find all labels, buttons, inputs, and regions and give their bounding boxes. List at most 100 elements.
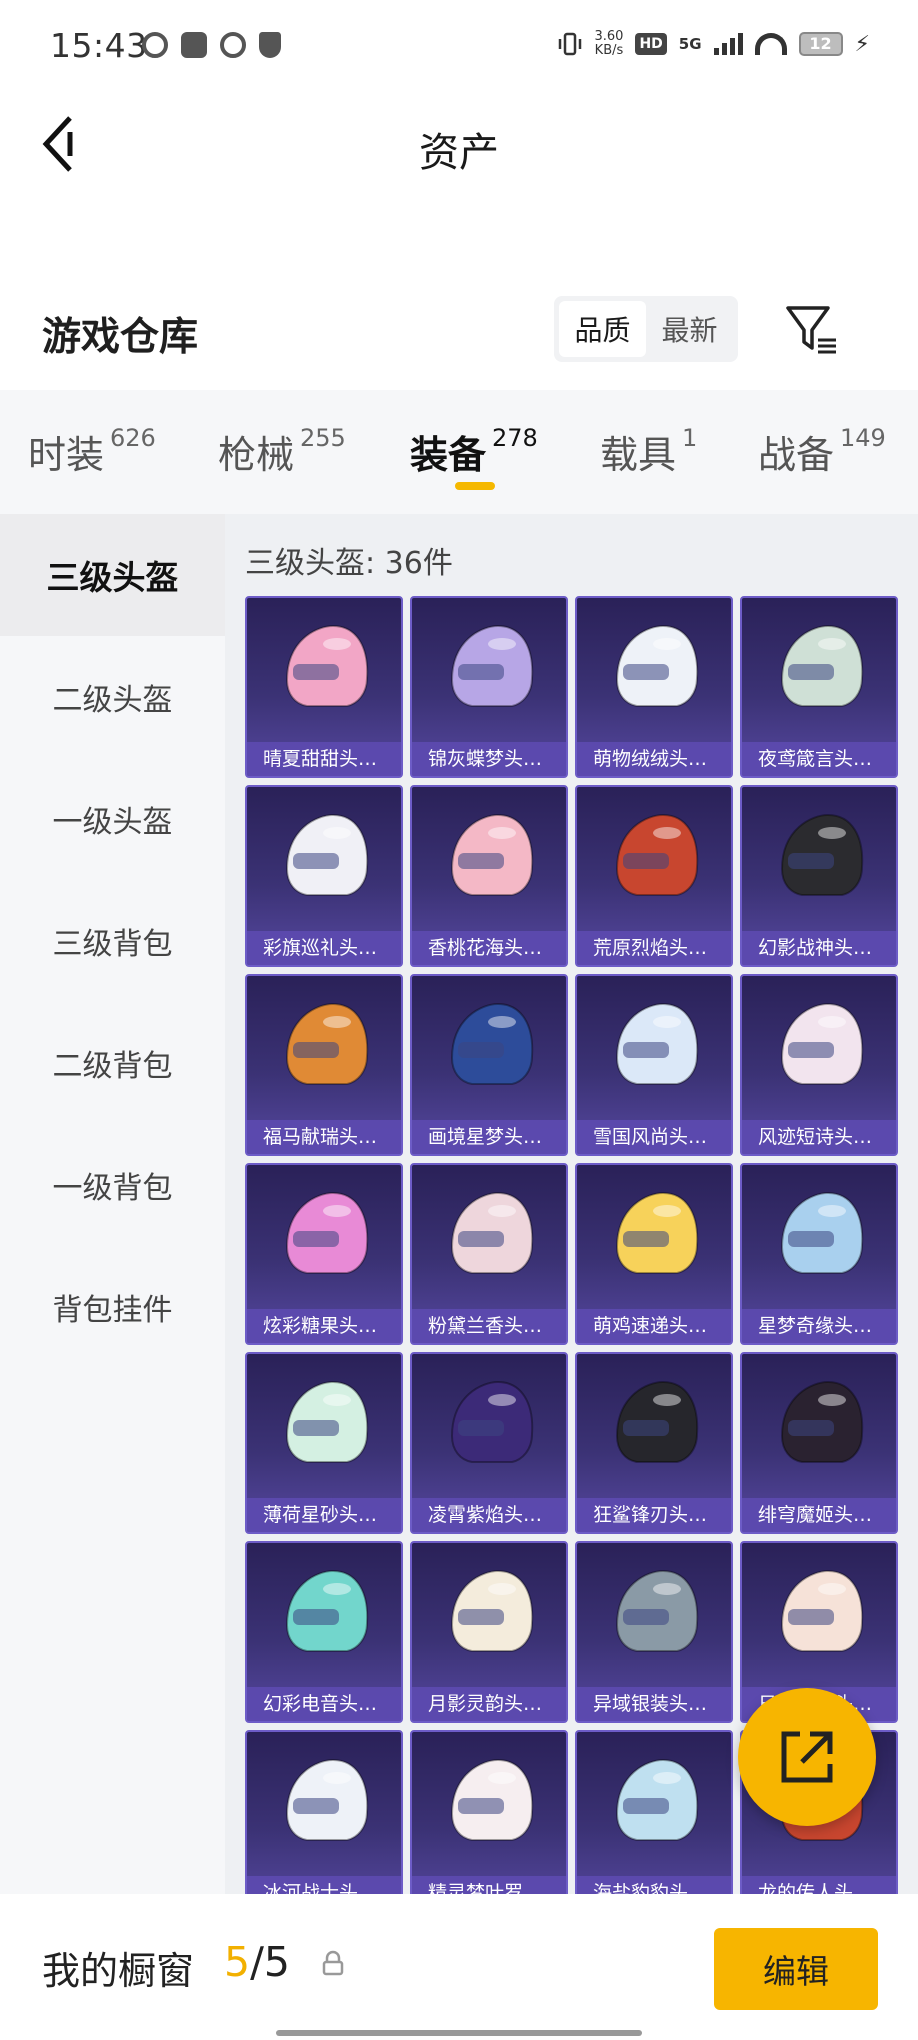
- shield-icon: [259, 32, 281, 58]
- sidebar-item-backpack-charm[interactable]: 背包挂件: [0, 1246, 225, 1368]
- helmet-card[interactable]: 绯穹魔姬头…: [740, 1352, 898, 1534]
- helmet-icon: [615, 1569, 699, 1652]
- share-icon: [781, 1731, 833, 1783]
- helmet-icon: [615, 1380, 699, 1463]
- helmet-card[interactable]: 幻彩电音头…: [245, 1541, 403, 1723]
- active-tab-indicator: [455, 482, 495, 490]
- status-bar: 15:43 3.60 KB/s HD 5G 12 ⚡: [0, 0, 918, 92]
- tab-weapons[interactable]: 枪械 255: [218, 424, 346, 479]
- signal-icon: [713, 33, 743, 55]
- sort-toggle: 品质 最新: [554, 296, 738, 362]
- helmet-card[interactable]: 福马献瑞头…: [245, 974, 403, 1156]
- sidebar: 三级头盔 二级头盔 一级头盔 三级背包 二级背包 一级背包 背包挂件: [0, 514, 225, 1894]
- helmet-name: 幻影战神头…: [742, 931, 896, 965]
- vibrate-icon: [558, 32, 581, 56]
- sidebar-item-level3-backpack[interactable]: 三级背包: [0, 880, 225, 1002]
- status-left-icons: [142, 32, 281, 58]
- helmet-icon: [615, 624, 699, 707]
- net-speed: 3.60 KB/s: [594, 29, 624, 58]
- helmet-icon: [285, 1758, 369, 1841]
- helmet-card[interactable]: 锦灰蝶梦头…: [410, 596, 568, 778]
- helmet-name: 星梦奇缘头…: [742, 1309, 896, 1343]
- sidebar-item-level2-backpack[interactable]: 二级背包: [0, 1002, 225, 1124]
- helmet-icon: [285, 1191, 369, 1274]
- helmet-icon: [780, 813, 864, 896]
- helmet-icon: [615, 813, 699, 896]
- status-right-icons: 3.60 KB/s HD 5G 12 ⚡: [557, 29, 870, 58]
- helmet-name: 雪国风尚头…: [577, 1120, 731, 1154]
- helmet-name: 海盐豹豹头…: [577, 1876, 731, 1894]
- helmet-icon: [450, 1569, 534, 1652]
- page-title: 资产: [419, 130, 499, 176]
- helmet-name: 幻彩电音头…: [247, 1687, 401, 1721]
- sort-quality[interactable]: 品质: [559, 301, 646, 357]
- warehouse-title: 游戏仓库: [42, 315, 199, 360]
- helmet-icon: [780, 1002, 864, 1085]
- helmet-card[interactable]: 夜鸢箴言头…: [740, 596, 898, 778]
- showcase-count: 5/5: [224, 1938, 291, 1986]
- helmet-icon: [780, 1569, 864, 1652]
- helmet-icon: [285, 1002, 369, 1085]
- helmet-card[interactable]: 星梦奇缘头…: [740, 1163, 898, 1345]
- helmet-icon: [285, 813, 369, 896]
- sidebar-item-level1-backpack[interactable]: 一级背包: [0, 1124, 225, 1246]
- helmet-name: 荒原烈焰头…: [577, 931, 731, 965]
- home-indicator: [276, 2030, 642, 2036]
- helmet-card[interactable]: 萌鸡速递头…: [575, 1163, 733, 1345]
- helmet-card[interactable]: 冰河战士头…: [245, 1730, 403, 1894]
- tab-vehicles[interactable]: 载具 1: [600, 424, 697, 479]
- share-button[interactable]: [738, 1688, 876, 1826]
- network-type: 5G: [678, 35, 702, 53]
- helmet-name: 龙的传人头…: [742, 1876, 896, 1894]
- helmet-card[interactable]: 异域银装头…: [575, 1541, 733, 1723]
- helmet-card[interactable]: 香桃花海头…: [410, 785, 568, 967]
- helmet-icon: [780, 1380, 864, 1463]
- helmet-icon: [285, 624, 369, 707]
- helmet-name: 凌霄紫焰头…: [412, 1498, 566, 1532]
- helmet-card[interactable]: 月影灵韵头…: [410, 1541, 568, 1723]
- helmet-card[interactable]: 粉黛兰香头…: [410, 1163, 568, 1345]
- lock-icon: [322, 1950, 344, 1976]
- helmet-name: 香桃花海头…: [412, 931, 566, 965]
- helmet-name: 粉黛兰香头…: [412, 1309, 566, 1343]
- sidebar-item-level3-helmet[interactable]: 三级头盔: [0, 514, 225, 636]
- helmet-card[interactable]: 薄荷星砂头…: [245, 1352, 403, 1534]
- helmet-card[interactable]: 风迹短诗头…: [740, 974, 898, 1156]
- helmet-card[interactable]: 荒原烈焰头…: [575, 785, 733, 967]
- helmet-card[interactable]: 炫彩糖果头…: [245, 1163, 403, 1345]
- helmet-icon: [450, 813, 534, 896]
- showcase-bar: 我的橱窗 5/5 编辑: [0, 1894, 918, 2040]
- helmet-card[interactable]: 凌霄紫焰头…: [410, 1352, 568, 1534]
- tab-supplies[interactable]: 战备 149: [758, 424, 886, 479]
- showcase-label: 我的橱窗: [42, 1949, 195, 1993]
- tab-equipment[interactable]: 装备 278: [410, 424, 538, 479]
- filter-icon[interactable]: [784, 302, 840, 358]
- status-time: 15:43: [50, 26, 148, 65]
- helmet-card[interactable]: 晴夏甜甜头…: [245, 596, 403, 778]
- helmet-icon: [615, 1191, 699, 1274]
- helmet-card[interactable]: 雪国风尚头…: [575, 974, 733, 1156]
- sort-newest[interactable]: 最新: [646, 301, 733, 357]
- helmet-name: 狂鲨锋刃头…: [577, 1498, 731, 1532]
- helmet-icon: [450, 1002, 534, 1085]
- edit-button[interactable]: 编辑: [714, 1928, 878, 2010]
- wechat-icon: [220, 32, 246, 58]
- helmet-name: 福马献瑞头…: [247, 1120, 401, 1154]
- helmet-card[interactable]: 狂鲨锋刃头…: [575, 1352, 733, 1534]
- app-header: 资产: [0, 92, 918, 202]
- helmet-icon: [450, 1758, 534, 1841]
- sidebar-item-level1-helmet[interactable]: 一级头盔: [0, 758, 225, 880]
- helmet-card[interactable]: 画境星梦头…: [410, 974, 568, 1156]
- helmet-card[interactable]: 萌物绒绒头…: [575, 596, 733, 778]
- tab-fashion[interactable]: 时装 626: [28, 424, 156, 479]
- helmet-name: 锦灰蝶梦头…: [412, 742, 566, 776]
- battery-icon: 12: [798, 32, 843, 56]
- helmet-name: 薄荷星砂头…: [247, 1498, 401, 1532]
- helmet-name: 风迹短诗头…: [742, 1120, 896, 1154]
- sidebar-item-level2-helmet[interactable]: 二级头盔: [0, 636, 225, 758]
- helmet-card[interactable]: 精灵梦叶罗…: [410, 1730, 568, 1894]
- helmet-card[interactable]: 彩旗巡礼头…: [245, 785, 403, 967]
- helmet-card[interactable]: 海盐豹豹头…: [575, 1730, 733, 1894]
- helmet-card[interactable]: 幻影战神头…: [740, 785, 898, 967]
- helmet-icon: [450, 1380, 534, 1463]
